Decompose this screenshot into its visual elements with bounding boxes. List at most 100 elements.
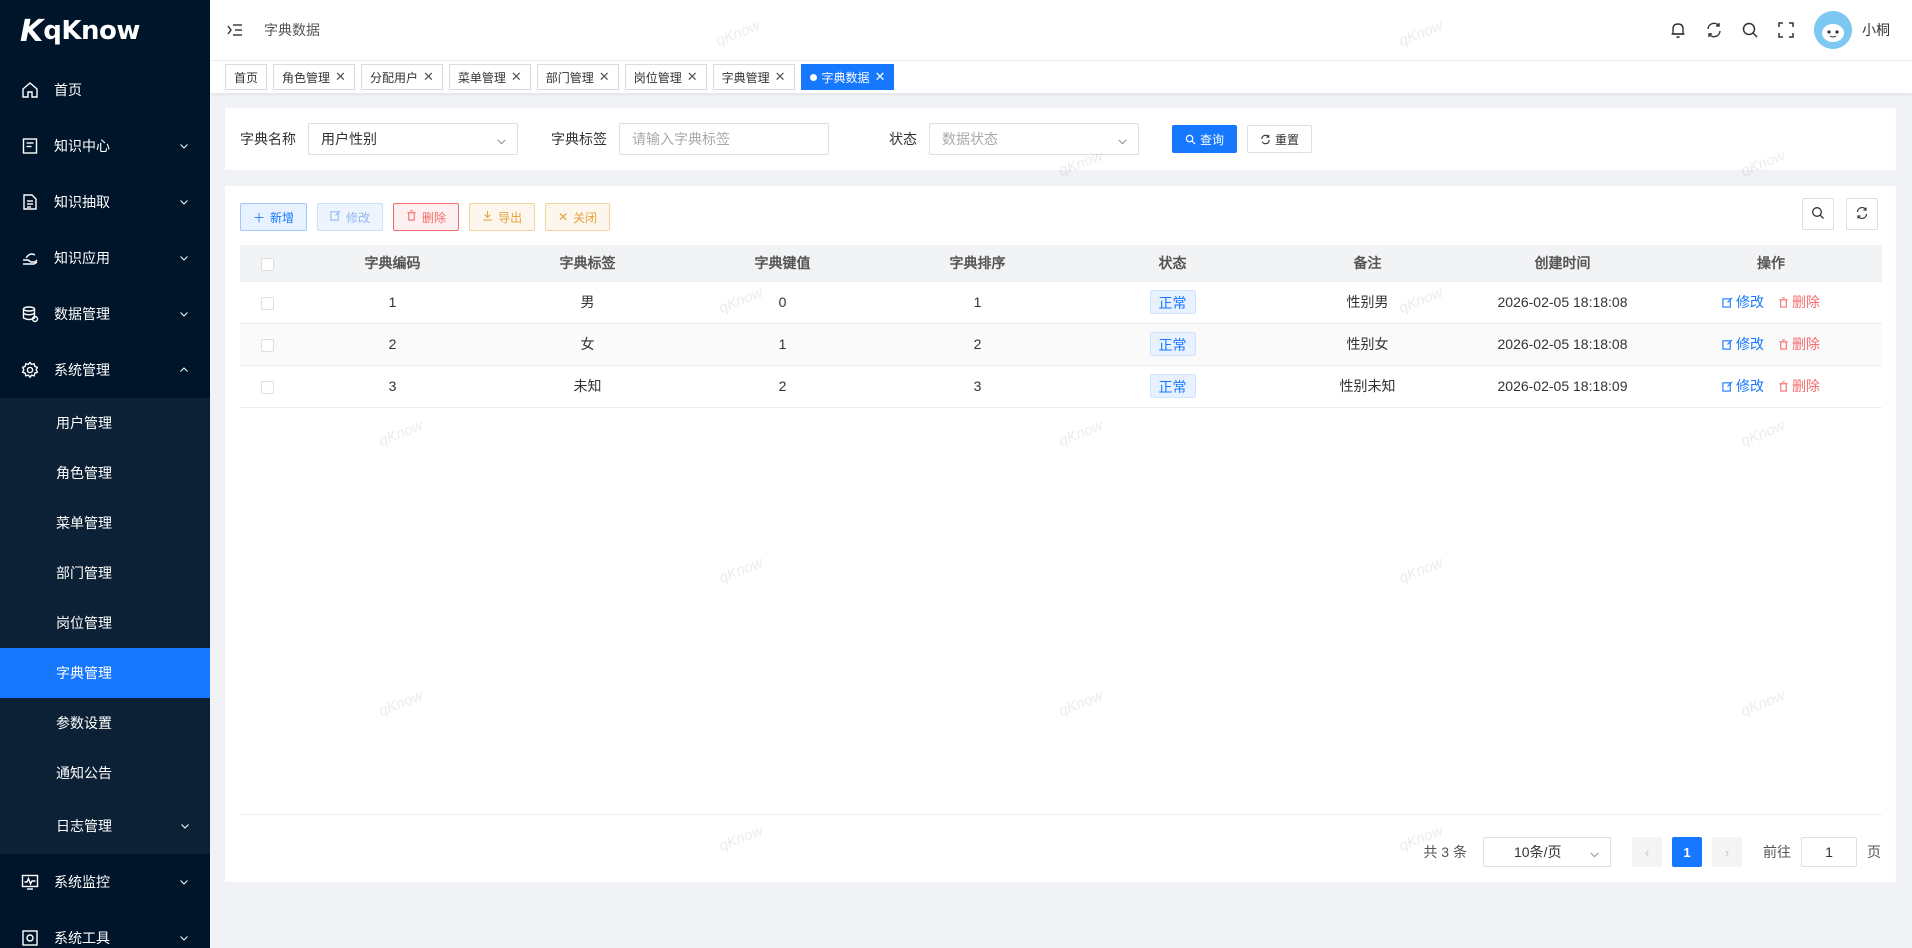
row-delete-link[interactable]: 删除 [1778,292,1820,312]
row-edit-link[interactable]: 修改 [1722,292,1764,312]
delete-button[interactable]: 删除 [393,203,460,231]
table-row[interactable]: 3 未知 2 3 正常 性别未知 2026-02-05 18:18:09 修改 … [240,365,1882,408]
refresh-table-button[interactable] [1846,198,1878,230]
dict-name-select[interactable]: 用户性别 [308,123,518,155]
sidebar-item-knowledge-center[interactable]: 知识中心 [0,118,210,174]
tab-dictionary-data[interactable]: 字典数据 ✕ [800,64,895,90]
cell-created: 2026-02-05 18:18:09 [1465,365,1660,408]
chevron-down-icon [1117,134,1128,150]
toggle-search-button[interactable] [1802,198,1834,230]
tab-posts[interactable]: 岗位管理 ✕ [624,64,707,90]
reset-button[interactable]: 重置 [1247,125,1313,153]
row-delete-link[interactable]: 删除 [1778,376,1820,396]
refresh-icon[interactable] [1704,20,1724,40]
sidebar-item-users[interactable]: 用户管理 [0,398,210,448]
sidebar-item-knowledge-extract[interactable]: 知识抽取 [0,174,210,230]
sidebar-item-data-management[interactable]: 数据管理 [0,286,210,342]
tab-home[interactable]: 首页 [225,64,268,90]
table-row[interactable]: 2 女 1 2 正常 性别女 2026-02-05 18:18:08 修改 删除 [240,323,1882,366]
sidebar-item-home[interactable]: 首页 [0,62,210,118]
export-label: 导出 [498,210,523,225]
sidebar-item-label: 知识抽取 [54,194,110,210]
pagination-total: 共 3 条 [1423,844,1467,860]
close-icon[interactable]: ✕ [687,69,698,85]
sidebar-item-knowledge-app[interactable]: 知识应用 [0,230,210,286]
menu-fold-icon[interactable] [226,21,244,39]
sidebar-item-roles[interactable]: 角色管理 [0,448,210,498]
sidebar-item-posts[interactable]: 岗位管理 [0,598,210,648]
row-edit-link[interactable]: 修改 [1722,376,1764,396]
page-goto: 前往 页 [1763,837,1881,867]
row-checkbox[interactable] [261,380,274,394]
tab-assign-users[interactable]: 分配用户 ✕ [360,64,443,90]
tab-departments[interactable]: 部门管理 ✕ [536,64,619,90]
goto-page-input[interactable] [1801,837,1857,867]
row-checkbox[interactable] [261,296,274,310]
status-select[interactable]: 数据状态 [929,123,1139,155]
breadcrumb: 字典数据 [264,22,320,38]
row-delete-link[interactable]: 删除 [1778,334,1820,354]
prev-page-button[interactable]: ‹ [1632,837,1662,867]
dict-label-input[interactable] [619,123,829,155]
next-page-button[interactable]: › [1712,837,1742,867]
row-edit-link[interactable]: 修改 [1722,334,1764,354]
book-icon [20,136,40,156]
row-checkbox[interactable] [261,338,274,352]
close-icon[interactable]: ✕ [423,69,434,85]
sidebar-item-notices[interactable]: 通知公告 [0,748,210,798]
sidebar-item-label: 用户管理 [56,415,112,431]
close-button[interactable]: ✕ 关闭 [545,203,611,231]
sidebar-item-system-management[interactable]: 系统管理 [0,342,210,398]
column-header: 创建时间 [1465,245,1660,282]
app-logo[interactable]: K qKnow [0,0,210,62]
export-button[interactable]: 导出 [469,203,536,231]
sidebar-item-menus[interactable]: 菜单管理 [0,498,210,548]
avatar[interactable] [1814,11,1852,49]
close-icon[interactable]: ✕ [775,69,786,85]
edit-icon [1722,339,1733,350]
page-number-button[interactable]: 1 [1672,837,1702,867]
sidebar-item-system-tools[interactable]: 系统工具 [0,910,210,948]
search-icon[interactable] [1740,20,1760,40]
tab-label: 部门管理 [545,70,594,85]
bell-icon[interactable] [1668,20,1688,40]
sidebar-item-departments[interactable]: 部门管理 [0,548,210,598]
edit-button[interactable]: 修改 [317,203,384,231]
tab-dictionary[interactable]: 字典管理 ✕ [712,64,795,90]
close-icon[interactable]: ✕ [875,69,886,85]
sidebar-item-label: 通知公告 [56,765,112,781]
sidebar-item-label: 参数设置 [56,715,112,731]
table-row[interactable]: 1 男 0 1 正常 性别男 2026-02-05 18:18:08 修改 删除 [240,281,1882,324]
cell-sort: 3 [880,365,1075,408]
query-button[interactable]: 查询 [1172,125,1238,153]
sidebar-item-label: 菜单管理 [56,515,112,531]
username[interactable]: 小桐 [1862,20,1890,40]
cell-remark: 性别男 [1270,281,1465,324]
fullscreen-icon[interactable] [1776,20,1796,40]
trash-icon [1778,380,1789,392]
edit-icon [330,210,341,224]
row-delete-label: 删除 [1791,336,1820,352]
pagination: 共 3 条 10条/页 ‹ 1 › 前往 页 [1423,837,1881,867]
sidebar-item-params[interactable]: 参数设置 [0,698,210,748]
status-badge: 正常 [1149,374,1196,398]
sidebar-item-dictionary[interactable]: 字典管理 [0,648,210,698]
cell-value: 2 [685,365,880,408]
close-icon[interactable]: ✕ [599,69,610,85]
select-all-cell[interactable] [240,245,295,282]
search-icon [1185,134,1196,145]
select-all-checkbox[interactable] [261,257,274,271]
cell-created: 2026-02-05 18:18:08 [1465,323,1660,366]
add-button[interactable]: ＋ 新增 [240,203,308,231]
cell-label: 女 [490,323,685,366]
column-header: 备注 [1270,245,1465,282]
cell-code: 2 [295,323,490,366]
sidebar-item-logs[interactable]: 日志管理 [0,798,210,854]
close-icon[interactable]: ✕ [511,69,522,85]
sidebar-item-label: 系统监控 [54,874,110,890]
tab-roles[interactable]: 角色管理 ✕ [273,64,355,90]
close-icon[interactable]: ✕ [335,69,346,85]
sidebar-item-system-monitor[interactable]: 系统监控 [0,854,210,910]
page-size-select[interactable]: 10条/页 [1483,837,1611,867]
tab-menus[interactable]: 菜单管理 ✕ [448,64,531,90]
